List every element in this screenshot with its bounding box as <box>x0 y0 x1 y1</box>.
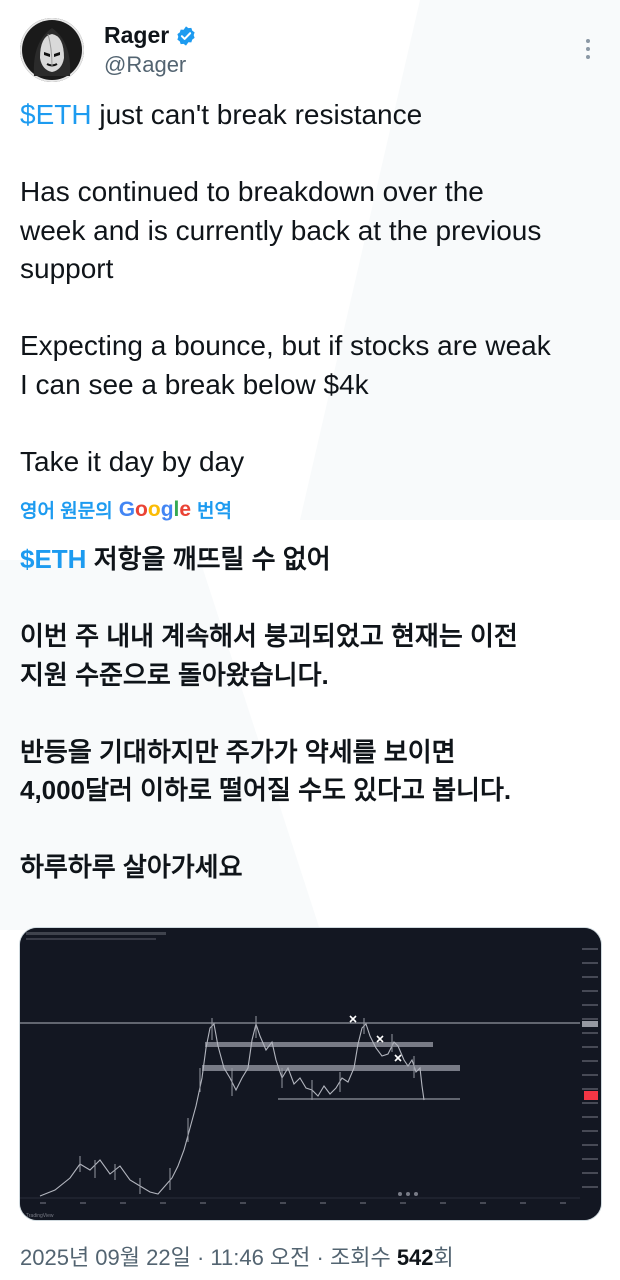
tweet-paragraph-4: Take it day by day <box>20 445 245 477</box>
tweet-time[interactable]: 11:46 오전 <box>210 1245 310 1270</box>
tweet-paragraph-3: Expecting a bounce, but if stocks are we… <box>20 330 551 400</box>
eth-price-chart: TradingView <box>20 928 601 1220</box>
tweet-header: Rager @Rager <box>20 16 600 86</box>
tweet-meta: 2025년 09월 22일 · 11:46 오전 · 조회수 542회 <box>20 1240 454 1272</box>
views-count: 542 <box>396 1245 434 1270</box>
translated-text: $ETH 저항을 깨뜨릴 수 없어 이번 주 내내 계속해서 붕괴되었고 현재는… <box>20 540 605 887</box>
translated-cashtag-link[interactable]: $ETH <box>20 544 86 574</box>
tweet-text: $ETH just can't break resistance Has con… <box>20 96 605 481</box>
translated-paragraph-4: 하루하루 살아가세요 <box>20 852 243 882</box>
author-handle[interactable]: @Rager <box>104 52 186 78</box>
translation-prefix: 영어 원문의 <box>20 501 113 522</box>
more-options-icon[interactable] <box>576 34 600 64</box>
translation-attribution[interactable]: 영어 원문의 Google 번역 <box>20 496 232 523</box>
translated-line-1-text: 저항을 깨뜨릴 수 없어 <box>86 544 331 574</box>
separator-dot: · <box>310 1245 330 1270</box>
tradingview-watermark: TradingView <box>26 1213 54 1219</box>
author-display-name[interactable]: Rager <box>104 22 169 49</box>
separator-dot: · <box>190 1245 211 1270</box>
translated-paragraph-3: 반등을 기대하지만 주가가 약세를 보이면 4,000달러 이하로 떨어질 수도… <box>20 736 512 806</box>
chart-image[interactable]: TradingView <box>19 927 602 1221</box>
avatar[interactable] <box>20 18 84 82</box>
author-name-row[interactable]: Rager <box>104 22 197 49</box>
google-logo: Google <box>118 497 192 521</box>
verified-badge-icon <box>177 25 195 46</box>
views-unit: 회 <box>433 1245 454 1270</box>
translated-line-1: $ETH 저항을 깨뜨릴 수 없어 <box>20 540 605 579</box>
tweet-line-1: $ETH just can't break resistance <box>20 96 605 135</box>
tweet-paragraph-2: Has continued to breakdown over the week… <box>20 176 542 284</box>
tweet-line-1-text: just can't break resistance <box>91 99 423 130</box>
cashtag-link[interactable]: $ETH <box>20 99 92 130</box>
masked-figure-avatar-icon <box>20 18 84 82</box>
views-label: 조회수 <box>329 1245 397 1270</box>
translated-paragraph-2: 이번 주 내내 계속해서 붕괴되었고 현재는 이전 지원 수준으로 돌아왔습니다… <box>20 621 518 690</box>
tweet-date[interactable]: 2025년 09월 22일 <box>20 1245 191 1270</box>
translation-suffix: 번역 <box>197 501 233 522</box>
